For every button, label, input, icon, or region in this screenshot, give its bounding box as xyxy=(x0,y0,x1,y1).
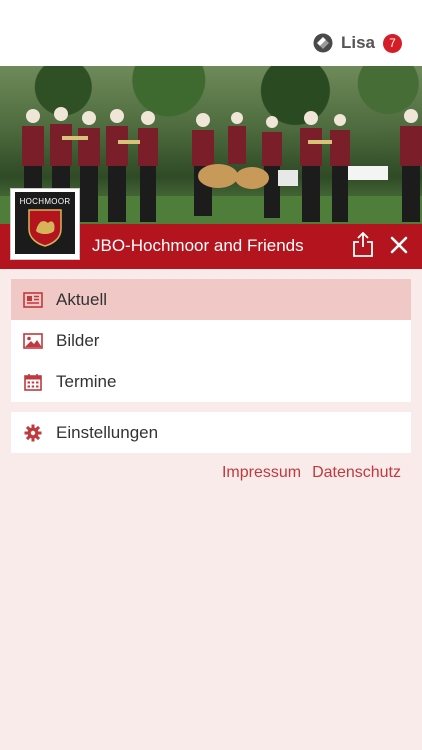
menu-item-einstellungen[interactable]: Einstellungen xyxy=(11,412,411,453)
user-name[interactable]: Lisa xyxy=(341,33,375,53)
menu-label: Aktuell xyxy=(56,289,108,309)
close-icon xyxy=(390,236,408,254)
menu-label: Termine xyxy=(56,371,117,391)
menu-item-termine[interactable]: Termine xyxy=(11,361,411,402)
menu-label: Bilder xyxy=(56,330,100,350)
newspaper-icon xyxy=(23,290,43,310)
crest-badge: HOCHMOOR xyxy=(15,192,75,254)
gear-icon xyxy=(23,423,43,443)
shield-icon xyxy=(28,209,62,247)
main-menu: Aktuell Bilder Termine xyxy=(11,279,411,402)
club-title: JBO-Hochmoor and Friends xyxy=(92,236,304,255)
impressum-link[interactable]: Impressum xyxy=(222,464,301,482)
top-bar: Lisa 7 xyxy=(0,0,422,66)
datenschutz-link[interactable]: Datenschutz xyxy=(312,464,401,482)
menu-item-bilder[interactable]: Bilder xyxy=(11,320,411,361)
share-button[interactable] xyxy=(350,229,376,259)
crest-label: HOCHMOOR xyxy=(19,197,71,206)
footer-links: Impressum Datenschutz xyxy=(222,464,401,482)
share-icon xyxy=(353,231,373,257)
menu-item-aktuell[interactable]: Aktuell xyxy=(11,279,411,320)
menu-label: Einstellungen xyxy=(56,422,159,442)
app-logo-icon xyxy=(313,33,333,53)
user-account[interactable]: Lisa 7 xyxy=(313,33,402,53)
club-crest: HOCHMOOR xyxy=(10,188,80,260)
notification-badge[interactable]: 7 xyxy=(383,33,402,53)
close-button[interactable] xyxy=(386,232,412,258)
image-icon xyxy=(23,331,43,351)
calendar-icon xyxy=(23,372,43,392)
